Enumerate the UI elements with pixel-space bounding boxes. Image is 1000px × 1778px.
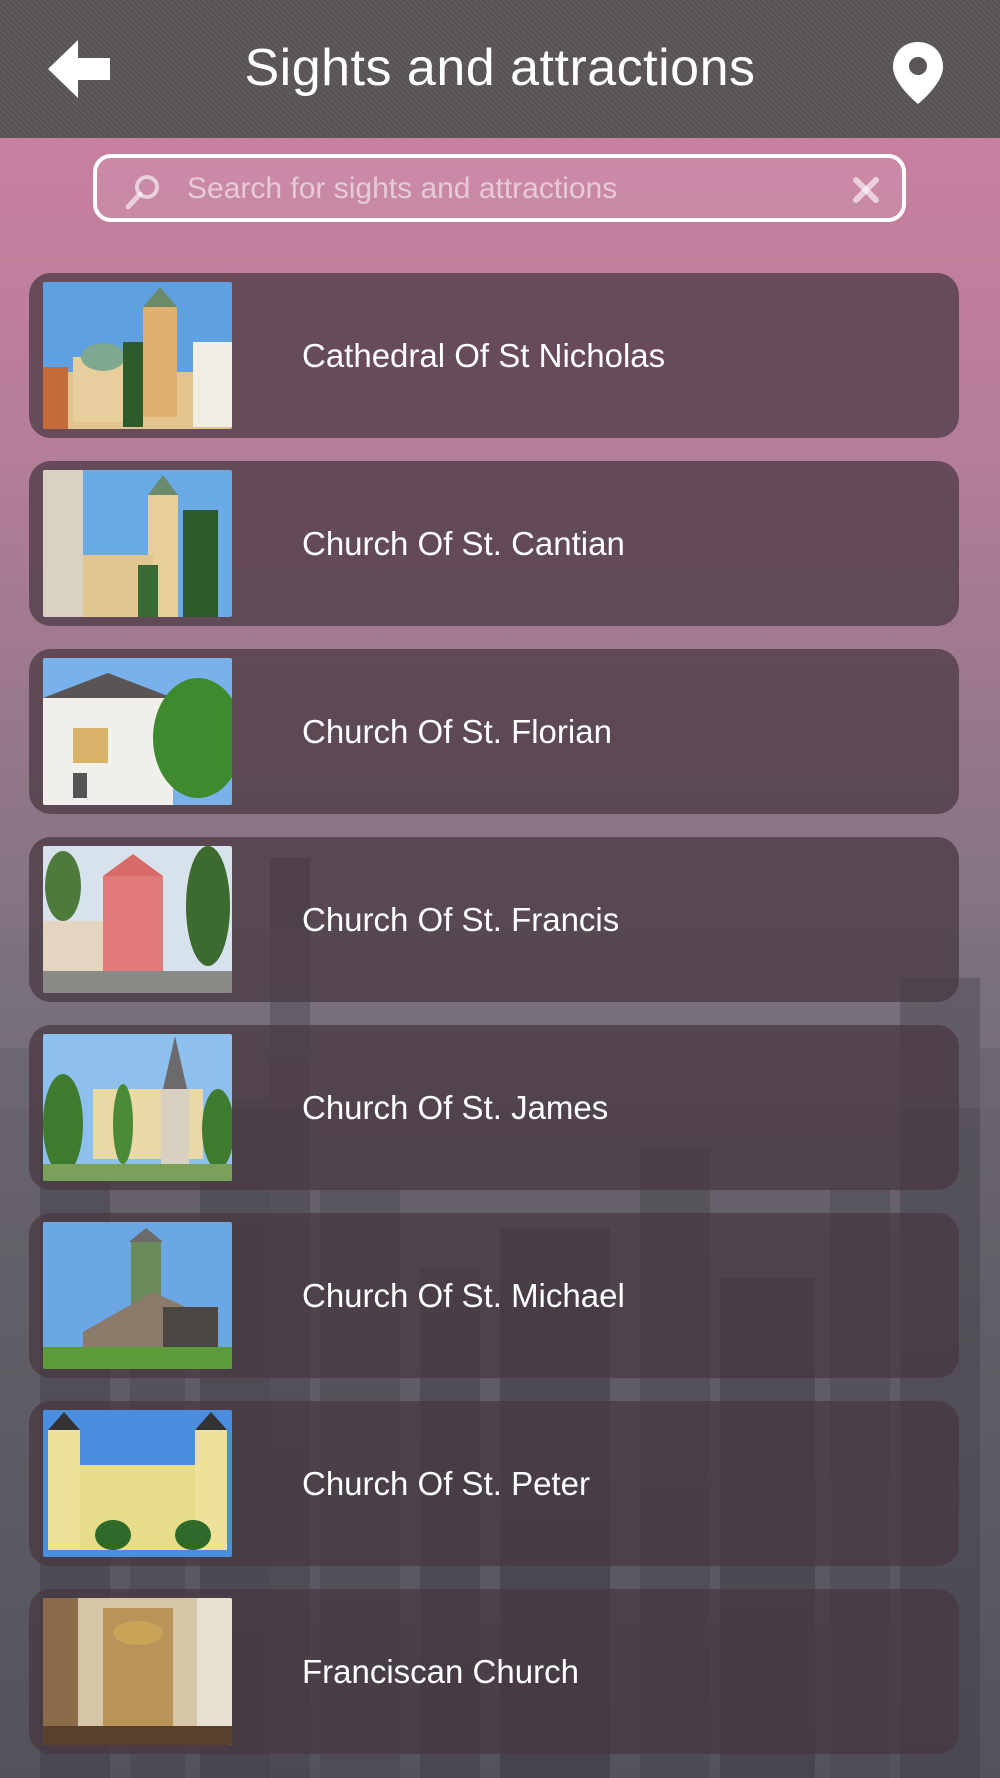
thumbnail-image bbox=[43, 282, 232, 429]
magnifier-icon bbox=[125, 175, 159, 210]
close-icon[interactable] bbox=[850, 174, 882, 206]
list-item[interactable]: Franciscan Church bbox=[29, 1589, 959, 1754]
list-item[interactable]: Church Of St. Michael bbox=[29, 1213, 959, 1378]
attractions-list: Cathedral Of St Nicholas Church Of St. C… bbox=[29, 273, 959, 1777]
item-label: Church Of St. Michael bbox=[302, 1277, 625, 1314]
list-item[interactable]: Church Of St. Cantian bbox=[29, 461, 959, 626]
item-label: Church Of St. Francis bbox=[302, 901, 620, 938]
church-photo-icon bbox=[43, 1222, 232, 1369]
thumbnail-image bbox=[43, 658, 232, 805]
item-label: Church Of St. Cantian bbox=[302, 525, 625, 562]
list-item[interactable]: Cathedral Of St Nicholas bbox=[29, 273, 959, 438]
item-label: Church Of St. Florian bbox=[302, 713, 612, 750]
app-root: Sights and attractions Search for sights… bbox=[0, 0, 1000, 1778]
church-photo-icon bbox=[43, 1410, 232, 1557]
thumbnail-image bbox=[43, 1034, 232, 1181]
thumbnail-image bbox=[43, 1222, 232, 1369]
church-photo-icon bbox=[43, 470, 232, 617]
thumbnail-image bbox=[43, 1598, 232, 1745]
map-pin-icon bbox=[893, 42, 943, 104]
item-label: Franciscan Church bbox=[302, 1653, 579, 1690]
map-button[interactable] bbox=[890, 40, 946, 106]
list-item[interactable]: Church Of St. James bbox=[29, 1025, 959, 1190]
search-input[interactable] bbox=[185, 166, 829, 212]
church-photo-icon bbox=[43, 1034, 232, 1181]
item-label: Church Of St. James bbox=[302, 1089, 609, 1126]
page-title: Sights and attractions bbox=[244, 39, 756, 97]
item-label: Cathedral Of St Nicholas bbox=[302, 337, 666, 374]
list-item[interactable]: Church Of St. Francis bbox=[29, 837, 959, 1002]
thumbnail-image bbox=[43, 1410, 232, 1557]
church-photo-icon bbox=[43, 658, 232, 805]
list-item[interactable]: Church Of St. Peter bbox=[29, 1401, 959, 1566]
church-interior-photo-icon bbox=[43, 1598, 232, 1745]
cathedral-photo-icon bbox=[43, 282, 232, 429]
thumbnail-image bbox=[43, 470, 232, 617]
church-photo-icon bbox=[43, 846, 232, 993]
top-bar: Sights and attractions bbox=[0, 0, 1000, 138]
thumbnail-image bbox=[43, 846, 232, 993]
item-label: Church Of St. Peter bbox=[302, 1465, 590, 1502]
search-bar bbox=[93, 154, 906, 222]
list-item[interactable]: Church Of St. Florian bbox=[29, 649, 959, 814]
